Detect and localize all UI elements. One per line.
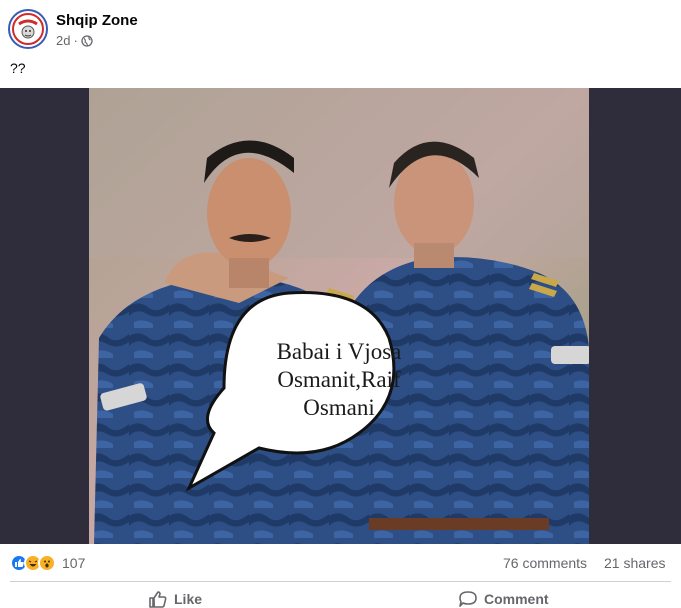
post-photo[interactable]: Babai i Vjosa Osmanit,Raif Osmani	[89, 88, 589, 544]
reactions-summary[interactable]: 107	[10, 554, 85, 572]
like-button[interactable]: Like	[148, 590, 202, 608]
speech-bubble-text: Babai i Vjosa Osmanit,Raif Osmani	[239, 338, 439, 422]
speech-line: Osmanit,Raif	[277, 367, 401, 392]
page-avatar[interactable]	[8, 9, 48, 49]
photo-illustration	[89, 88, 589, 544]
page-logo-icon	[11, 12, 45, 46]
thumbs-up-icon	[149, 591, 167, 608]
post-media: Babai i Vjosa Osmanit,Raif Osmani	[0, 88, 681, 544]
post-header: Shqip Zone 2d ·	[0, 0, 681, 56]
page-name-link[interactable]: Shqip Zone	[56, 12, 138, 29]
meta-separator: ·	[73, 33, 78, 48]
post-stats: 107 76 comments 21 shares	[0, 550, 681, 578]
wow-icon	[38, 554, 56, 572]
shares-count-link[interactable]: 21 shares	[604, 555, 665, 571]
speech-line: Osmani	[303, 395, 375, 420]
comment-button[interactable]: Comment	[458, 590, 549, 608]
comment-label: Comment	[484, 591, 549, 607]
post-caption: ??	[10, 60, 26, 76]
globe-icon[interactable]	[81, 34, 93, 47]
post-meta: 2d ·	[56, 33, 93, 48]
facebook-post: Shqip Zone 2d · ?? Babai i Vjosa Osmanit…	[0, 0, 681, 608]
comment-bubble-icon	[459, 591, 477, 607]
post-actions: Like Comment	[0, 584, 681, 608]
speech-line: Babai i Vjosa	[276, 339, 402, 364]
divider	[10, 581, 671, 582]
reaction-count: 107	[62, 555, 86, 571]
post-timestamp[interactable]: 2d	[56, 33, 70, 48]
comments-count-link[interactable]: 76 comments	[503, 555, 587, 571]
like-label: Like	[174, 591, 203, 607]
